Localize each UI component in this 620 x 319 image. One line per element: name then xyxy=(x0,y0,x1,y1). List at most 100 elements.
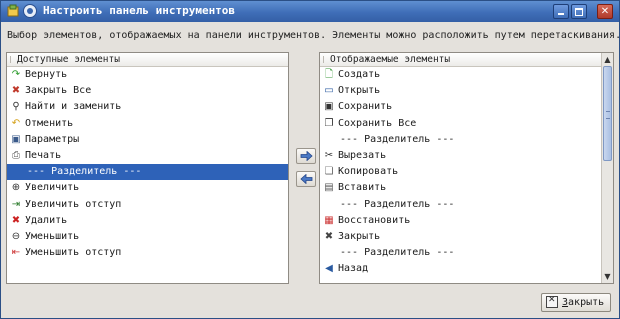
maximize-button[interactable] xyxy=(571,4,587,19)
displayed-item-row[interactable]: ▣ Сохранить xyxy=(320,99,613,115)
displayed-item-separator-row[interactable]: --- Разделитель --- xyxy=(320,197,613,213)
redo-icon: ↷ xyxy=(11,69,21,80)
available-item-label: Уменьшить xyxy=(25,230,80,242)
available-item-label: Найти и заменить xyxy=(25,101,122,113)
displayed-item-label: Вырезать xyxy=(338,149,387,161)
available-item-row[interactable]: ✖ Удалить xyxy=(7,213,288,229)
displayed-item-label: Сохранить Все xyxy=(338,117,417,129)
displayed-item-label: Создать xyxy=(338,69,381,80)
displayed-item-label: Восстановить xyxy=(338,214,411,226)
close-window-button[interactable]: ✕ xyxy=(597,4,613,19)
available-items-rows: ↷ Вернуть ✖ Закрыть Все ⚲ Найти и заменить ↶ От… xyxy=(7,67,288,261)
available-item-label: Увеличить xyxy=(25,182,80,194)
available-item-label: Уменьшить отступ xyxy=(25,247,122,259)
available-item-label: Увеличить отступ xyxy=(25,198,122,210)
displayed-item-row[interactable]: ▭ Открыть xyxy=(320,83,613,99)
cut-icon: ✂ xyxy=(324,149,334,161)
add-item-button[interactable] xyxy=(296,148,316,164)
displayed-item-label: Копировать xyxy=(338,166,399,178)
displayed-item-row[interactable]: ✖ Закрыть xyxy=(320,229,613,245)
close-icon: ✕ xyxy=(600,6,610,17)
displayed-item-label: --- Разделитель --- xyxy=(340,133,455,145)
displayed-item-label: Сохранить xyxy=(338,101,393,113)
displayed-item-label: --- Разделитель --- xyxy=(340,198,455,210)
unindent-icon: ⇤ xyxy=(11,247,21,259)
displayed-item-row[interactable]: ❐ Сохранить Все xyxy=(320,116,613,132)
paste-icon: ▤ xyxy=(324,182,334,194)
revert-icon: ▦ xyxy=(324,214,334,226)
preferences-icon: ▣ xyxy=(11,133,21,145)
available-item-row[interactable]: ⇥ Увеличить отступ xyxy=(7,197,288,213)
minimize-button[interactable] xyxy=(553,4,569,19)
scroll-down-icon[interactable]: ▼ xyxy=(602,271,613,282)
available-item-label: --- Разделитель --- xyxy=(27,166,142,178)
displayed-item-separator-row[interactable]: --- Разделитель --- xyxy=(320,245,613,261)
description-text: Выбор элементов, отображаемых на панели … xyxy=(7,30,620,41)
displayed-items-rows: 🗋 Создать ▭ Открыть ▣ Сохранить ❐ Сохранить Все… xyxy=(320,67,613,277)
displayed-item-label: Закрыть xyxy=(338,230,381,242)
available-items-header[interactable]: Доступные элементы xyxy=(7,53,288,67)
available-item-row[interactable]: ✖ Закрыть Все xyxy=(7,83,288,99)
new-document-icon: 🗋 xyxy=(324,69,334,80)
available-items-list[interactable]: Доступные элементы ↷ Вернуть ✖ Закрыть Все ⚲… xyxy=(6,52,289,284)
maximize-icon xyxy=(572,5,586,18)
remove-item-button[interactable] xyxy=(296,171,316,187)
close-button-label: Закрыть xyxy=(562,297,605,308)
window-menu-button[interactable] xyxy=(23,4,37,18)
displayed-item-row[interactable]: ✂ Вырезать xyxy=(320,148,613,164)
displayed-item-row[interactable]: ▦ Восстановить xyxy=(320,213,613,229)
available-item-label: Параметры xyxy=(25,133,80,145)
title-bar[interactable]: Настроить панель инструментов ✕ xyxy=(1,1,619,22)
open-icon: ▭ xyxy=(324,85,334,97)
save-icon: ▣ xyxy=(324,101,334,113)
displayed-item-separator-row[interactable]: --- Разделитель --- xyxy=(320,132,613,148)
available-item-separator-row[interactable]: --- Разделитель --- xyxy=(7,164,288,181)
grip-icon xyxy=(606,111,610,119)
undo-icon: ↶ xyxy=(11,117,21,129)
displayed-items-scrollbar[interactable]: ▲ ▼ xyxy=(601,53,613,283)
displayed-item-label: --- Разделитель --- xyxy=(340,247,455,259)
indent-icon: ⇥ xyxy=(11,198,21,210)
scrollbar-thumb[interactable] xyxy=(603,66,612,161)
displayed-item-row[interactable]: ▤ Вставить xyxy=(320,180,613,196)
print-icon: ⎙ xyxy=(12,149,20,161)
available-item-row[interactable]: ⊖ Уменьшить xyxy=(7,229,288,245)
displayed-item-label: Вставить xyxy=(338,182,387,194)
displayed-items-list[interactable]: Отображаемые элементы 🗋 Создать ▭ Открыть ▣ С… xyxy=(319,52,614,284)
close-all-icon: ✖ xyxy=(11,85,21,97)
app-icon xyxy=(7,4,19,17)
copy-icon: ❏ xyxy=(324,166,334,178)
displayed-items-header[interactable]: Отображаемые элементы xyxy=(320,53,613,67)
available-item-row[interactable]: ▣ Параметры xyxy=(7,132,288,148)
arrow-right-icon xyxy=(300,151,313,161)
back-icon: ◀ xyxy=(325,263,333,275)
displayed-item-row[interactable]: ◀ Назад xyxy=(320,261,613,277)
find-replace-icon: ⚲ xyxy=(12,101,20,113)
minimize-icon xyxy=(554,5,568,18)
zoom-in-icon: ⊕ xyxy=(11,182,21,194)
delete-icon: ✖ xyxy=(11,214,21,226)
available-item-label: Закрыть Все xyxy=(25,85,92,97)
displayed-item-row[interactable]: ❏ Копировать xyxy=(320,164,613,180)
displayed-item-label: Назад xyxy=(338,263,369,275)
available-item-row[interactable]: ↷ Вернуть xyxy=(7,67,288,83)
zoom-out-icon: ⊖ xyxy=(11,230,21,242)
available-item-label: Отменить xyxy=(25,117,74,129)
available-item-row[interactable]: ⊕ Увеличить xyxy=(7,180,288,196)
window-title: Настроить панель инструментов xyxy=(43,4,236,17)
scroll-up-icon[interactable]: ▲ xyxy=(602,54,613,65)
close-icon: ✖ xyxy=(324,230,334,242)
arrow-left-icon xyxy=(300,174,313,184)
close-icon xyxy=(546,295,558,308)
displayed-item-label: Открыть xyxy=(338,85,381,97)
available-item-label: Вернуть xyxy=(25,69,68,80)
available-item-row[interactable]: ↶ Отменить xyxy=(7,116,288,132)
displayed-item-row[interactable]: 🗋 Создать xyxy=(320,67,613,83)
available-item-row[interactable]: ⇤ Уменьшить отступ xyxy=(7,245,288,261)
close-button[interactable]: Закрыть xyxy=(541,293,611,312)
available-item-row[interactable]: ⚲ Найти и заменить xyxy=(7,99,288,115)
available-item-label: Печать xyxy=(25,149,62,161)
available-item-row[interactable]: ⎙ Печать xyxy=(7,148,288,164)
available-item-label: Удалить xyxy=(25,214,68,226)
save-all-icon: ❐ xyxy=(324,117,334,129)
